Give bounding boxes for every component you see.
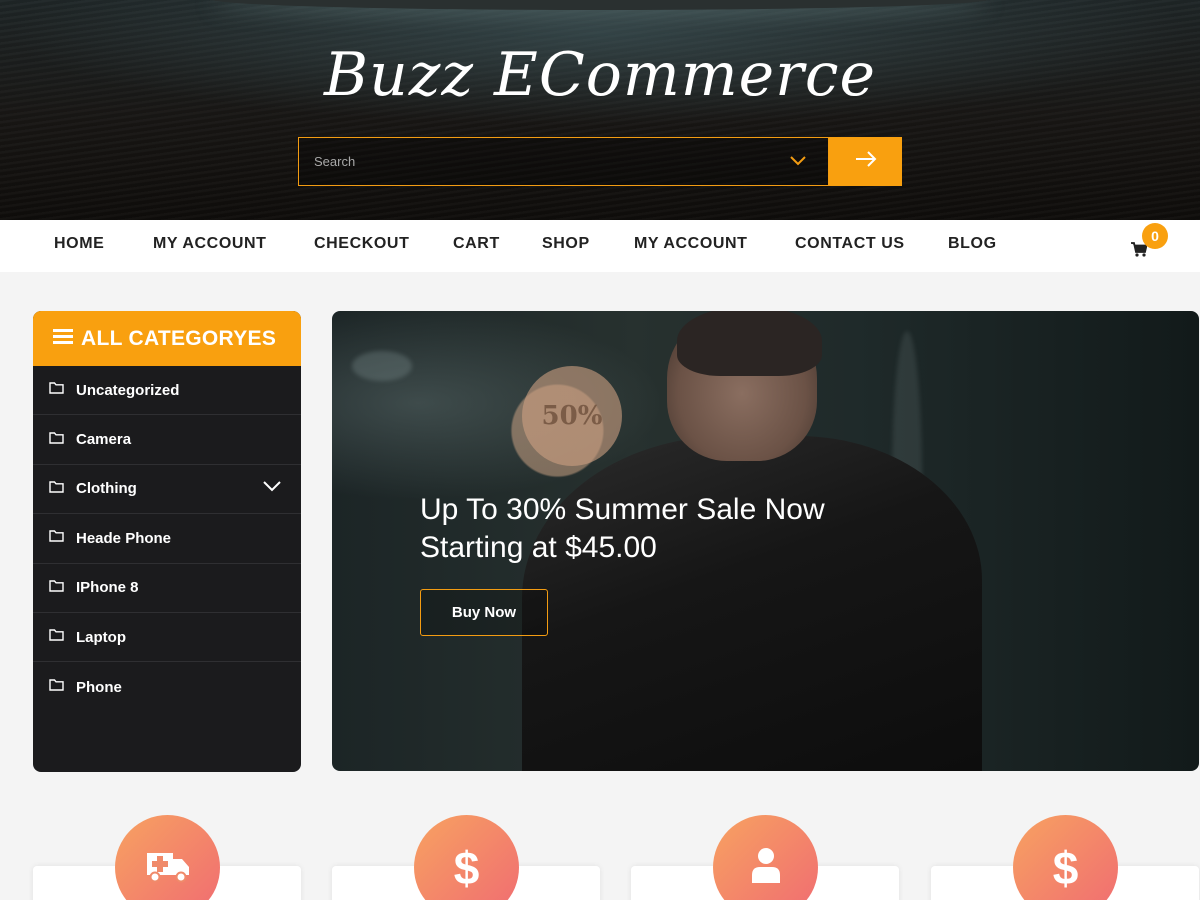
- category-item-heade-phone[interactable]: Heade Phone: [33, 514, 301, 564]
- category-item-uncategorized[interactable]: Uncategorized: [33, 366, 301, 416]
- category-item-iphone-8[interactable]: IPhone 8: [33, 564, 301, 613]
- category-sidebar-title: ALL CATEGORYES: [81, 326, 277, 350]
- nav-contact-us[interactable]: CONTACT US: [795, 235, 905, 253]
- folder-icon: [49, 480, 64, 498]
- feature-icon-circle: [713, 815, 818, 900]
- banner-model-hair: [677, 311, 822, 376]
- nav-my-account[interactable]: MY ACCOUNT: [153, 235, 267, 253]
- banner-bokeh: [352, 351, 412, 381]
- folder-icon: [49, 579, 64, 597]
- nav-cart[interactable]: CART: [453, 235, 500, 253]
- feature-icon-circle: $: [414, 815, 519, 900]
- category-item-camera[interactable]: Camera: [33, 415, 301, 465]
- chevron-down-icon[interactable]: [263, 479, 281, 497]
- folder-icon: [49, 628, 64, 646]
- dollar-icon: $: [1052, 841, 1079, 894]
- nav-shop[interactable]: SHOP: [542, 235, 590, 253]
- category-label: Heade Phone: [76, 529, 172, 547]
- dollar-icon: $: [453, 841, 480, 894]
- search-field-wrapper: [298, 137, 829, 186]
- nav-checkout[interactable]: CHECKOUT: [314, 235, 409, 253]
- folder-icon: [49, 381, 64, 399]
- search-bar: [298, 137, 902, 186]
- arrow-right-icon: [855, 151, 877, 172]
- banner-title-line2: Starting at $45.00: [420, 531, 657, 564]
- search-input[interactable]: [314, 154, 734, 169]
- folder-icon: [49, 678, 64, 696]
- buy-now-button[interactable]: Buy Now: [420, 589, 548, 636]
- category-label: Camera: [76, 431, 132, 449]
- cart-button[interactable]: 0: [1131, 223, 1171, 262]
- category-label: IPhone 8: [76, 579, 139, 597]
- folder-icon: [49, 431, 64, 449]
- nav-my-account-2[interactable]: MY ACCOUNT: [634, 235, 748, 253]
- banner-title: Up To 30% Summer Sale Now Starting at $4…: [420, 491, 940, 567]
- menu-icon: [53, 328, 73, 349]
- site-header: Buzz ECommerce: [0, 0, 1200, 220]
- banner-model-jacket: [522, 436, 982, 771]
- category-item-laptop[interactable]: Laptop: [33, 613, 301, 663]
- banner-title-line1: Up To 30% Summer Sale Now: [420, 493, 825, 526]
- cart-count-badge: 0: [1142, 223, 1168, 249]
- feature-icon-circle: [115, 815, 220, 900]
- category-label: Laptop: [76, 628, 126, 646]
- category-sidebar: ALL CATEGORYES Uncategorized Camera Clot…: [33, 311, 301, 772]
- chevron-down-icon[interactable]: [790, 153, 806, 171]
- site-title[interactable]: Buzz ECommerce: [0, 40, 1200, 110]
- category-item-clothing[interactable]: Clothing: [33, 465, 301, 515]
- category-label: Clothing: [76, 480, 137, 498]
- ambulance-icon: [145, 847, 191, 888]
- banner-sale-sign: 50%: [522, 366, 622, 466]
- nav-blog[interactable]: BLOG: [948, 235, 997, 253]
- category-sidebar-header[interactable]: ALL CATEGORYES: [33, 311, 301, 366]
- user-icon: [750, 847, 782, 888]
- feature-icon-circle: $: [1013, 815, 1118, 900]
- folder-icon: [49, 529, 64, 547]
- cart-icon: [1131, 242, 1148, 262]
- category-item-phone[interactable]: Phone: [33, 662, 301, 711]
- main-nav: HOME MY ACCOUNT CHECKOUT CART SHOP MY AC…: [0, 220, 1200, 272]
- header-decoration: [210, 0, 990, 10]
- category-label: Uncategorized: [76, 381, 180, 399]
- nav-home[interactable]: HOME: [54, 235, 104, 253]
- search-button[interactable]: [829, 137, 902, 186]
- category-label: Phone: [76, 678, 122, 696]
- hero-banner: 50% Up To 30% Summer Sale Now Starting a…: [332, 311, 1199, 771]
